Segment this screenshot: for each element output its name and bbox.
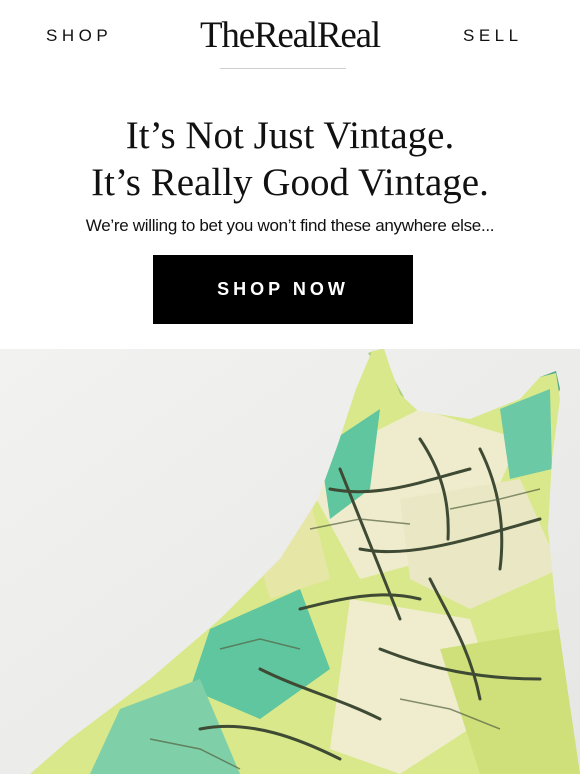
shop-now-button[interactable]: SHOP NOW — [153, 255, 413, 324]
email-header: SHOP TheRealReal SELL — [0, 0, 580, 70]
hero-subhead: We’re willing to bet you won’t find thes… — [85, 216, 495, 235]
hero-section: It’s Not Just Vintage. It’s Really Good … — [0, 70, 580, 349]
header-divider — [220, 68, 346, 69]
dress-illustration — [0, 349, 580, 774]
nav-sell-link[interactable]: SELL — [463, 26, 523, 46]
headline-line-1: It’s Not Just Vintage. — [125, 114, 455, 157]
product-image-dress[interactable] — [0, 349, 580, 774]
headline-line-2: It’s Really Good Vintage. — [91, 161, 489, 204]
hero-headline: It’s Not Just Vintage. It’s Really Good … — [0, 112, 580, 206]
